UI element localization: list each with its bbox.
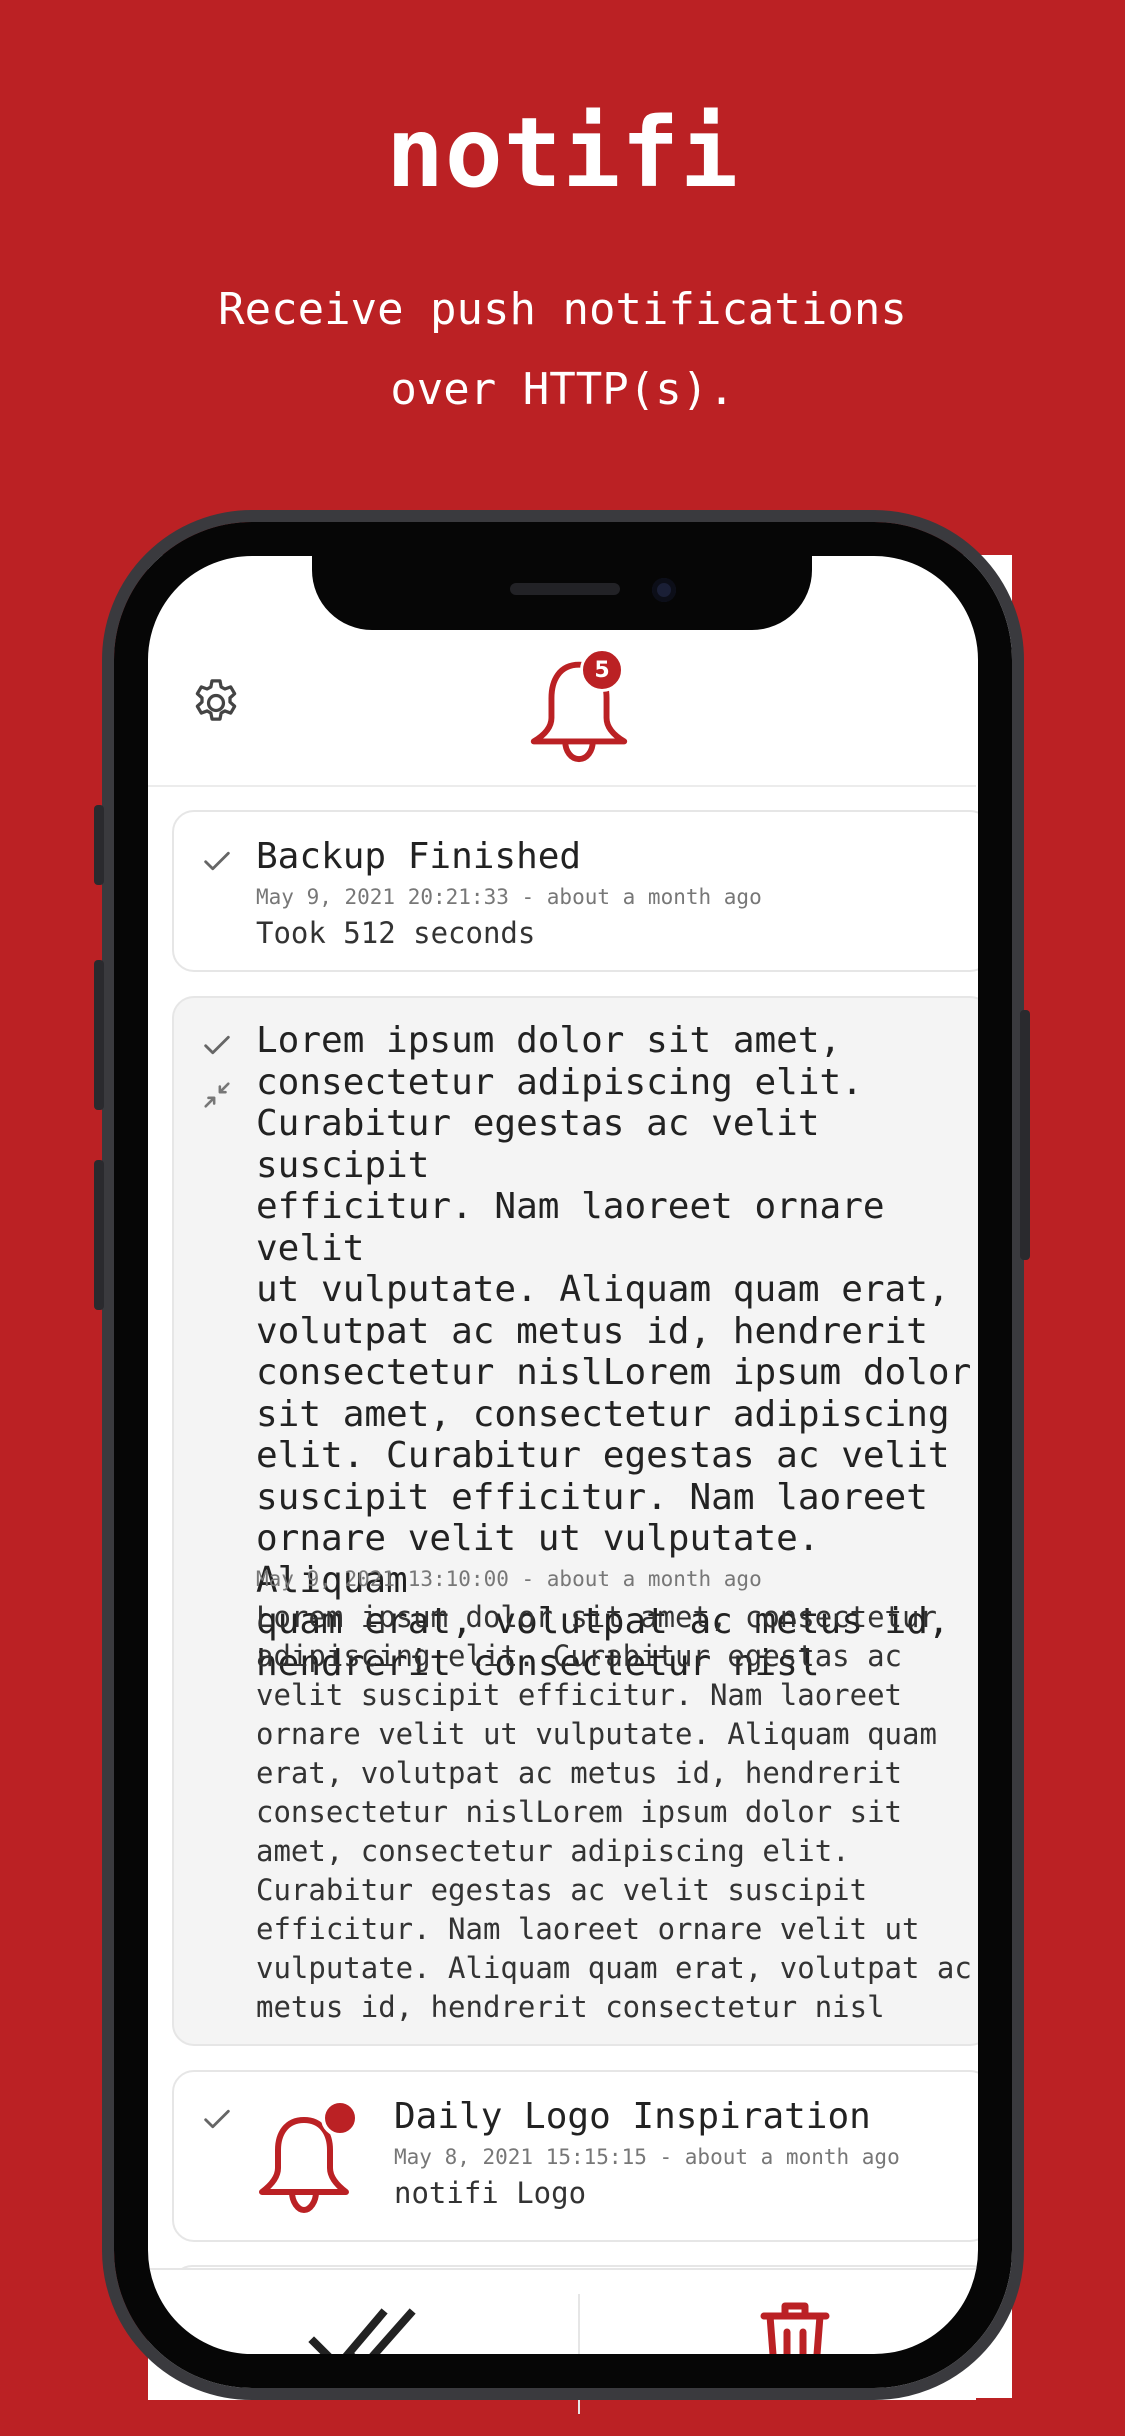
phone-silent-switch	[94, 805, 104, 885]
app-title: notifi	[386, 97, 739, 209]
subtitle-line-1: Receive push notifications	[218, 284, 907, 335]
phone-frame	[102, 510, 1024, 2400]
phone-volume-down-button	[94, 1160, 104, 1310]
phone-volume-up-button	[94, 960, 104, 1110]
phone-speaker	[510, 583, 620, 595]
phone-power-button	[1020, 1010, 1030, 1260]
app-subtitle: Receive push notifications over HTTP(s).	[0, 270, 1125, 430]
phone-camera	[652, 578, 676, 602]
subtitle-line-2: over HTTP(s).	[390, 364, 735, 415]
